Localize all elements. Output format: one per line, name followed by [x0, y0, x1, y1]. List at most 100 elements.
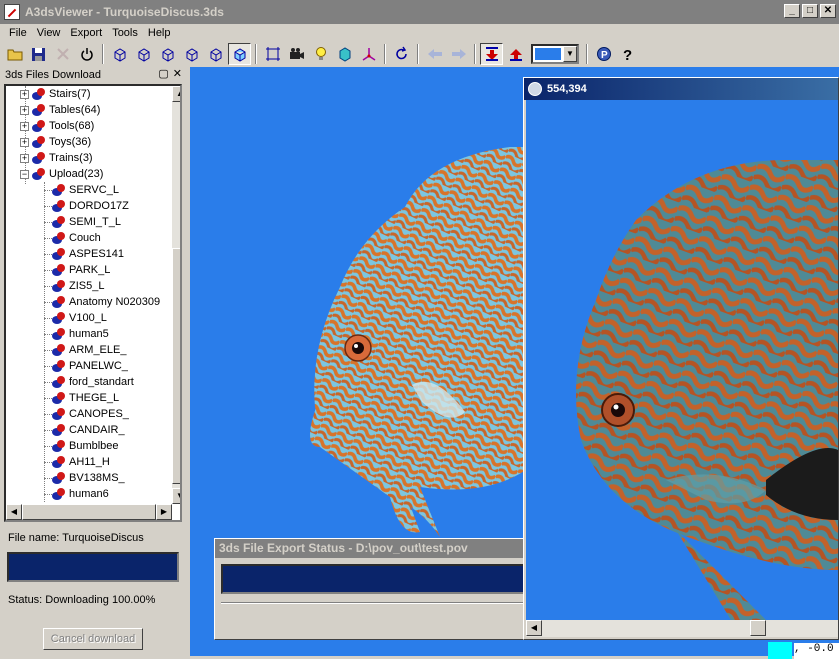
tree-category[interactable]: + Trains(3)	[20, 150, 93, 166]
export-progress-fill	[223, 566, 529, 592]
model-node-icon	[52, 408, 66, 420]
scroll-thumb[interactable]	[22, 504, 156, 520]
cancel-download-button[interactable]: Cancel download	[43, 628, 143, 650]
tree-item-label: ASPES141	[69, 248, 125, 260]
forward-arrow-icon[interactable]	[447, 43, 470, 65]
toolbar-separator	[417, 44, 419, 64]
expander-icon[interactable]: +	[20, 153, 29, 163]
light-icon[interactable]	[309, 43, 332, 65]
zoom-horizontal-scrollbar[interactable]: ◀	[526, 620, 838, 637]
power-icon[interactable]	[75, 43, 98, 65]
tree-category[interactable]: + Stairs(7)	[20, 86, 91, 102]
cube-view-1-icon[interactable]	[108, 43, 131, 65]
help-icon[interactable]: ?	[616, 43, 639, 65]
model-node-icon	[52, 296, 66, 308]
tree-item[interactable]: PANELWC_	[52, 358, 128, 374]
minimize-button[interactable]: _	[784, 4, 800, 18]
expander-icon[interactable]: +	[20, 137, 29, 147]
cube-view-4-icon[interactable]	[180, 43, 203, 65]
color-select-icon[interactable]: ▼	[531, 44, 579, 64]
model-node-icon	[52, 232, 66, 244]
readout-color-swatch	[768, 642, 792, 659]
tree-item[interactable]: ford_standart	[52, 374, 134, 390]
tree-item[interactable]: human5	[52, 326, 109, 342]
scroll-up-icon[interactable]: ▲	[172, 86, 180, 102]
chevron-down-icon[interactable]: ▼	[563, 46, 577, 62]
cube-view-2-icon[interactable]	[132, 43, 155, 65]
tree-category[interactable]: − Upload(23)	[20, 166, 103, 182]
axes-icon[interactable]	[357, 43, 380, 65]
scroll-left-icon[interactable]: ◀	[526, 620, 542, 636]
expander-icon[interactable]: −	[20, 169, 29, 179]
file-tree[interactable]: + Stairs(7) + Tables(64) + Tools(68) + Toys(36)…	[4, 84, 182, 522]
menu-view[interactable]: View	[32, 27, 66, 39]
tree-item[interactable]: SEMI_T_L	[52, 214, 121, 230]
zoomed-render[interactable]	[526, 100, 838, 620]
expander-icon[interactable]: +	[20, 89, 29, 99]
tree-item[interactable]: DORDO17Z	[52, 198, 129, 214]
tree-category[interactable]: + Tools(68)	[20, 118, 94, 134]
scroll-left-icon[interactable]: ◀	[6, 504, 22, 520]
close-button[interactable]: ✕	[820, 4, 836, 18]
panel-close-icon[interactable]: ✕	[173, 67, 182, 80]
cube-view-3-icon[interactable]	[156, 43, 179, 65]
frame-icon[interactable]	[261, 43, 284, 65]
open-folder-icon[interactable]	[3, 43, 26, 65]
tree-item[interactable]: SERVC_L	[52, 182, 119, 198]
delete-icon[interactable]	[51, 43, 74, 65]
svg-text:?: ?	[623, 47, 632, 62]
color-swatch	[535, 48, 561, 60]
scroll-thumb[interactable]	[750, 620, 766, 636]
scroll-down-icon[interactable]: ▼	[172, 488, 180, 504]
camera-icon[interactable]	[285, 43, 308, 65]
menu-tools[interactable]: Tools	[107, 27, 143, 39]
model-node-icon	[52, 472, 66, 484]
expander-icon[interactable]: +	[20, 121, 29, 131]
maximize-button[interactable]: □	[802, 4, 818, 18]
tree-vertical-scrollbar[interactable]: ▲ ▼	[172, 86, 180, 504]
tree-item[interactable]: BV138MS_	[52, 470, 125, 486]
cube-view-5-icon[interactable]	[204, 43, 227, 65]
model-node-icon	[52, 440, 66, 452]
tree-item[interactable]: V100_L	[52, 310, 107, 326]
save-icon[interactable]	[27, 43, 50, 65]
rotate-icon[interactable]	[390, 43, 413, 65]
back-arrow-icon[interactable]	[423, 43, 446, 65]
tree-item[interactable]: Couch	[52, 230, 101, 246]
upload-icon[interactable]	[504, 43, 527, 65]
tree-item[interactable]: human6	[52, 486, 109, 502]
tree-item[interactable]: Bumblbee	[52, 438, 119, 454]
scroll-right-icon[interactable]: ▶	[156, 504, 172, 520]
box-icon[interactable]	[333, 43, 356, 65]
menu-file[interactable]: File	[4, 27, 32, 39]
expander-icon[interactable]: +	[20, 105, 29, 115]
file-name-label: File name: TurquoiseDiscus	[8, 532, 144, 544]
toolbar-separator	[474, 44, 476, 64]
menu-export[interactable]: Export	[65, 27, 107, 39]
model-node-icon	[52, 424, 66, 436]
model-node-icon	[32, 136, 46, 148]
tree-item[interactable]: PARK_L	[52, 262, 110, 278]
tree-item[interactable]: AH11_H	[52, 454, 110, 470]
panel-float-icon[interactable]: ▢	[158, 67, 168, 80]
menu-help[interactable]: Help	[143, 27, 176, 39]
cube-view-6-icon[interactable]	[228, 43, 251, 65]
tree-item[interactable]: Anatomy N020309	[52, 294, 160, 310]
tree-item[interactable]: ARM_ELE_	[52, 342, 126, 358]
tree-item[interactable]: CANOPES_	[52, 406, 129, 422]
scroll-thumb[interactable]	[172, 248, 180, 484]
tree-category[interactable]: + Toys(36)	[20, 134, 91, 150]
tree-item-label: SEMI_T_L	[69, 216, 121, 228]
download-icon[interactable]	[480, 43, 503, 65]
model-node-icon	[32, 168, 46, 180]
zoom-window-titlebar[interactable]: 554,394	[524, 78, 838, 100]
tree-item[interactable]: ASPES141	[52, 246, 124, 262]
status-label: Status: Downloading 100.00%	[8, 594, 156, 606]
tree-horizontal-scrollbar[interactable]: ◀ ▶	[6, 504, 172, 520]
tree-category[interactable]: + Tables(64)	[20, 102, 100, 118]
tree-item[interactable]: THEGE_L	[52, 390, 119, 406]
pov-icon[interactable]: P	[592, 43, 615, 65]
tree-item-label: ford_standart	[69, 376, 134, 388]
tree-item[interactable]: ZIS5_L	[52, 278, 104, 294]
tree-item[interactable]: CANDAIR_	[52, 422, 125, 438]
